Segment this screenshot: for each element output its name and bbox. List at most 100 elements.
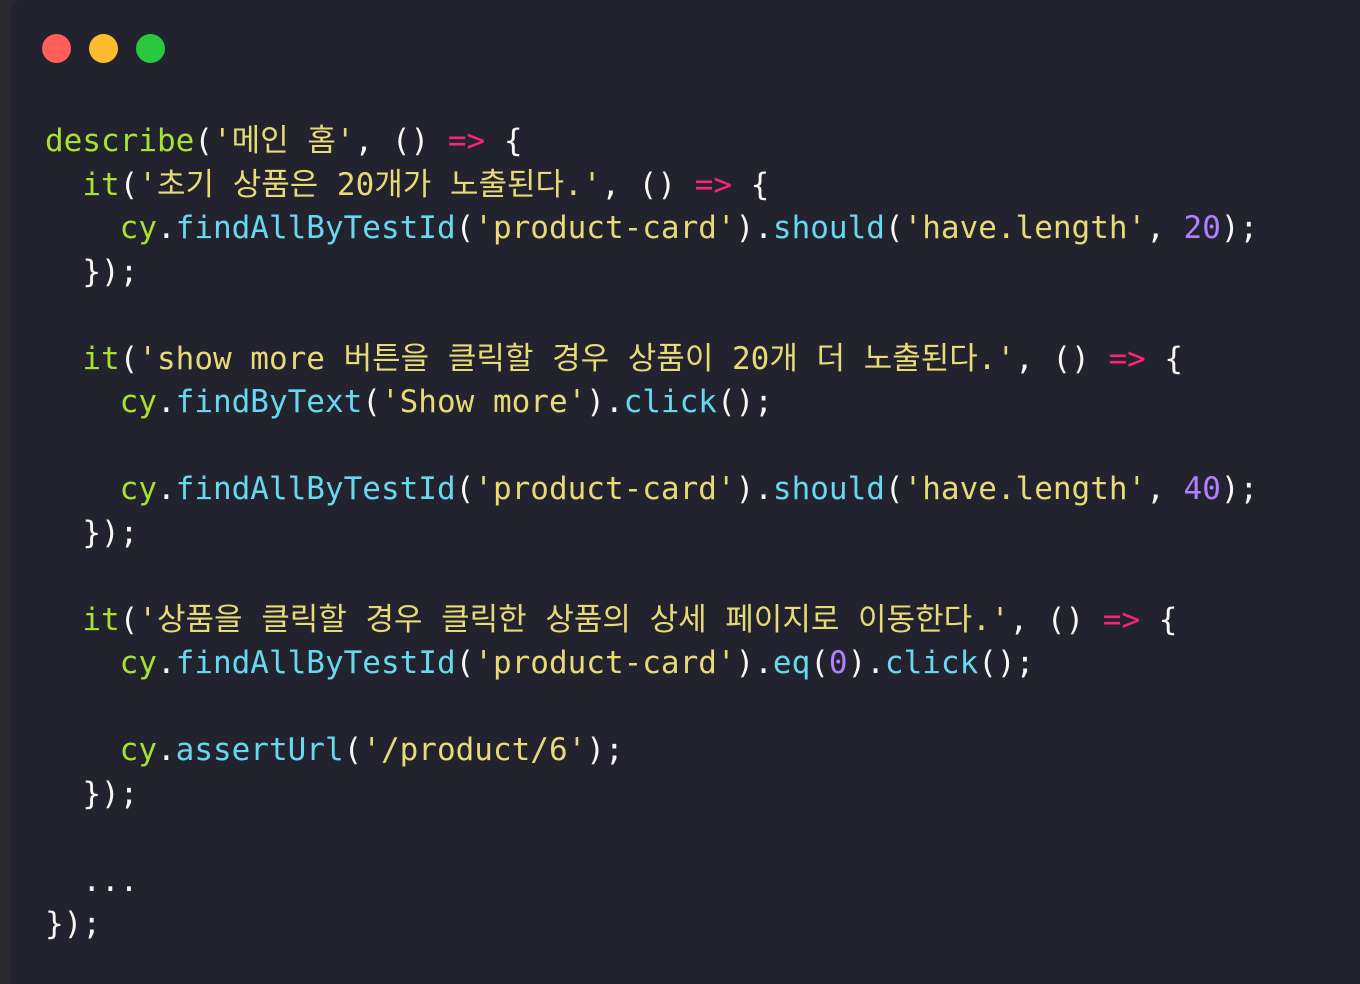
code-token-pun: ). bbox=[847, 645, 885, 681]
code-block: describe('메인 홈', () => { it('초기 상품은 20개가… bbox=[45, 120, 1258, 947]
code-token-pun: }); bbox=[45, 906, 101, 942]
code-line: describe('메인 홈', () => { bbox=[45, 120, 1258, 164]
code-token-pun: { bbox=[1140, 601, 1178, 638]
code-token-str: '상품을 클릭할 경우 클릭한 상품의 상세 페이지로 이동한다.' bbox=[138, 601, 1010, 638]
code-token-obj: findAllByTestId bbox=[175, 645, 456, 681]
code-token-fn: cy bbox=[119, 471, 157, 507]
maximize-window-icon[interactable] bbox=[136, 34, 165, 63]
code-token-pun: , bbox=[1146, 471, 1184, 507]
code-token-pun: , () bbox=[354, 123, 448, 159]
code-token-fn: cy bbox=[119, 210, 157, 246]
code-token-obj: assertUrl bbox=[175, 732, 344, 768]
code-token-pun: ). bbox=[735, 645, 773, 681]
code-token-pun bbox=[45, 471, 120, 507]
code-line: cy.findAllByTestId('product-card').shoul… bbox=[45, 207, 1259, 251]
code-token-pun: . bbox=[156, 471, 176, 507]
code-line: }); bbox=[45, 512, 1258, 556]
code-token-pun: ( bbox=[884, 210, 904, 246]
code-token-pun: ( bbox=[455, 210, 475, 246]
code-token-pun: . bbox=[156, 384, 176, 420]
code-line: cy.findByText('Show more').click(); bbox=[45, 381, 1258, 425]
window-titlebar bbox=[11, 0, 1360, 92]
code-token-arrow: => bbox=[1108, 340, 1146, 377]
code-token-num: 0 bbox=[828, 645, 848, 681]
code-line: it('초기 상품은 20개가 노출된다.', () => { bbox=[45, 164, 1258, 208]
code-line: }); bbox=[45, 773, 1258, 817]
code-token-str: 'show more 버튼을 클릭할 경우 상품이 20개 더 노출된다.' bbox=[138, 340, 1016, 377]
code-token-num: 40 bbox=[1183, 471, 1221, 507]
close-window-icon[interactable] bbox=[42, 34, 71, 63]
code-token-pun bbox=[45, 645, 120, 681]
code-line: cy.assertUrl('/product/6'); bbox=[45, 729, 1258, 773]
code-token-pun: , bbox=[1146, 210, 1184, 246]
code-token-fn: describe bbox=[45, 123, 195, 159]
code-token-pun: , () bbox=[1009, 601, 1103, 638]
code-token-str: 'product-card' bbox=[474, 210, 736, 246]
code-token-pun: ); bbox=[1220, 210, 1259, 246]
code-token-pun: , () bbox=[601, 166, 695, 203]
code-token-obj: should bbox=[772, 471, 885, 507]
code-token-arrow: => bbox=[447, 123, 486, 159]
code-line: }); bbox=[45, 903, 1258, 947]
code-token-str: '/product/6' bbox=[362, 732, 587, 768]
code-token-arrow: => bbox=[694, 166, 733, 203]
code-token-fn: cy bbox=[119, 645, 157, 681]
code-token-pun bbox=[45, 732, 120, 768]
code-token-fn: cy bbox=[119, 384, 157, 420]
code-token-obj: findAllByTestId bbox=[175, 210, 456, 246]
code-token-pun: }); bbox=[45, 775, 139, 812]
code-token-pun: ); bbox=[1220, 471, 1259, 507]
code-token-pun: (); bbox=[978, 645, 1035, 681]
code-window: describe('메인 홈', () => { it('초기 상품은 20개가… bbox=[11, 0, 1360, 984]
code-token-pun bbox=[45, 167, 82, 203]
code-token-str: 'have.length' bbox=[903, 471, 1147, 507]
code-token-pun: { bbox=[485, 123, 523, 159]
code-line: }); bbox=[45, 251, 1258, 295]
code-token-pun: ( bbox=[119, 340, 139, 377]
code-token-pun: { bbox=[1145, 340, 1184, 377]
code-token-pun: ). bbox=[735, 471, 773, 507]
code-token-str: 'product-card' bbox=[474, 645, 736, 681]
code-token-pun: , () bbox=[1015, 340, 1109, 377]
code-line: ... bbox=[45, 860, 1258, 904]
code-token-pun: . bbox=[156, 210, 176, 246]
code-token-pun: ). bbox=[735, 210, 773, 246]
code-token-pun: (); bbox=[716, 384, 773, 420]
code-token-pun bbox=[45, 384, 120, 420]
code-token-pun bbox=[45, 210, 120, 246]
code-token-pun: }); bbox=[45, 514, 139, 551]
code-token-str: 'Show more' bbox=[380, 384, 587, 420]
code-token-pun: ( bbox=[119, 166, 139, 203]
code-line: cy.findAllByTestId('product-card').eq(0)… bbox=[45, 642, 1258, 686]
code-token-pun: ( bbox=[455, 645, 475, 681]
code-token-obj: should bbox=[772, 210, 885, 246]
code-token-str: 'product-card' bbox=[474, 471, 736, 507]
code-token-pun: ( bbox=[884, 471, 904, 507]
code-token-obj: eq bbox=[772, 645, 811, 681]
code-token-obj: click bbox=[623, 384, 717, 420]
code-token-fn: it bbox=[82, 340, 120, 377]
code-token-obj: click bbox=[884, 645, 979, 681]
code-token-fn: it bbox=[82, 601, 120, 638]
code-token-pun: . bbox=[156, 732, 176, 768]
code-token-pun: ( bbox=[343, 732, 363, 768]
code-token-arrow: => bbox=[1102, 601, 1141, 638]
code-token-pun: ( bbox=[194, 123, 213, 159]
code-token-pun: ( bbox=[810, 645, 829, 681]
code-token-pun: . bbox=[156, 645, 176, 681]
minimize-window-icon[interactable] bbox=[89, 34, 118, 63]
code-token-str: '초기 상품은 20개가 노출된다.' bbox=[138, 166, 602, 203]
code-token-pun: ... bbox=[45, 862, 139, 899]
code-token-pun: ( bbox=[119, 601, 139, 638]
code-token-pun: ). bbox=[586, 384, 624, 420]
code-token-num: 20 bbox=[1183, 210, 1221, 246]
code-token-fn: cy bbox=[119, 732, 157, 768]
code-line: it('show more 버튼을 클릭할 경우 상품이 20개 더 노출된다.… bbox=[45, 338, 1258, 382]
code-token-pun: }); bbox=[45, 253, 139, 290]
code-token-pun: ( bbox=[455, 471, 475, 507]
